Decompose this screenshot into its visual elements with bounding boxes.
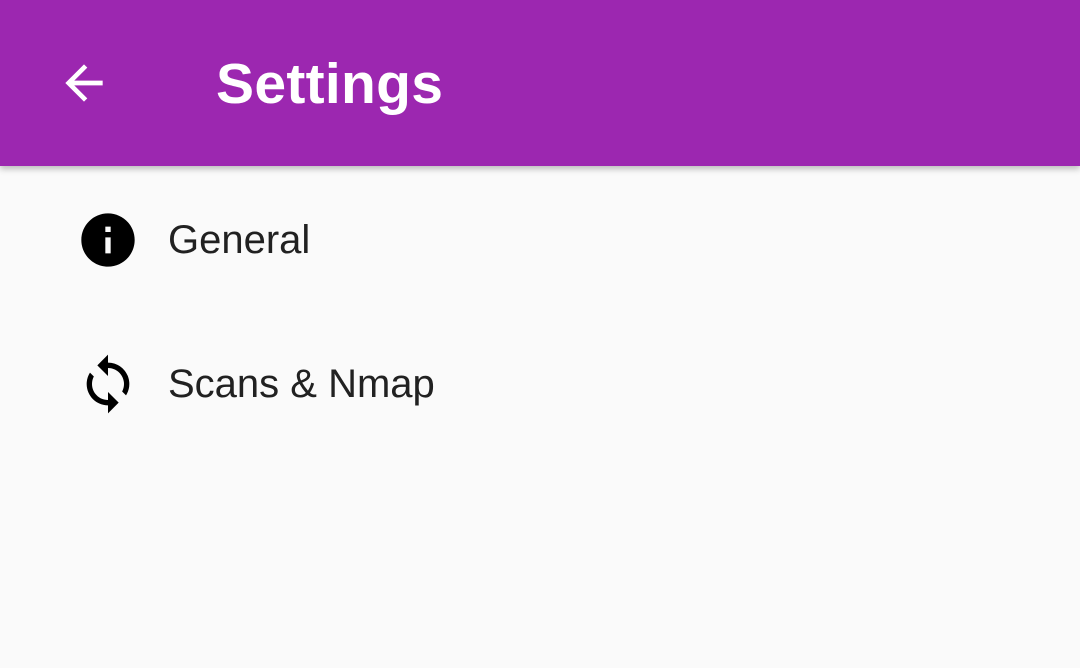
app-bar: Settings	[0, 0, 1080, 166]
preference-general[interactable]: General	[0, 168, 1080, 312]
back-button[interactable]	[44, 43, 124, 123]
page-title: Settings	[216, 52, 444, 116]
arrow-back-icon	[65, 64, 103, 102]
preference-general-label: General	[168, 218, 311, 262]
sync-icon	[76, 352, 140, 416]
preference-scans-nmap[interactable]: Scans & Nmap	[0, 312, 1080, 456]
preferences-list: General Scans & Nmap	[0, 166, 1080, 668]
info-icon	[76, 208, 140, 272]
preference-scans-nmap-label: Scans & Nmap	[168, 362, 435, 406]
